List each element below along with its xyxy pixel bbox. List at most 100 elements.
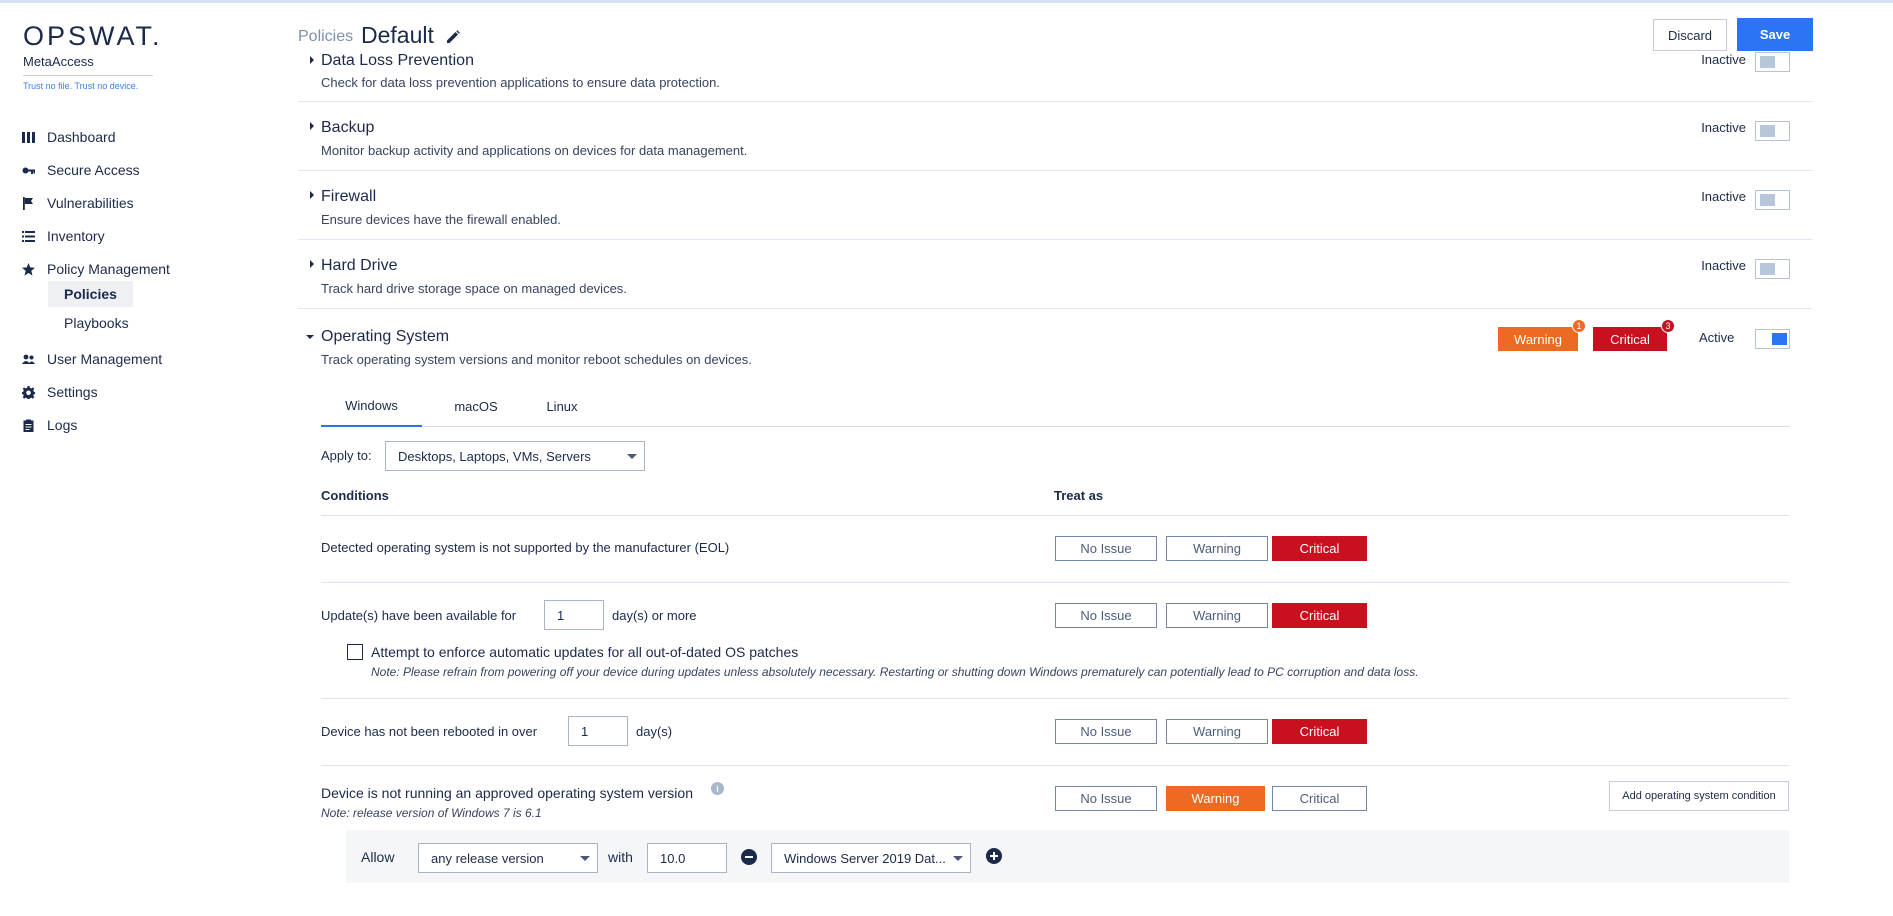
caret-down-icon[interactable]: [305, 332, 315, 342]
tab-linux[interactable]: Linux: [532, 385, 592, 427]
toggle-knob: [1760, 125, 1775, 137]
version-input[interactable]: 10.0: [647, 843, 727, 873]
sidebar-item-label: Settings: [47, 384, 98, 400]
section-toggle[interactable]: [1755, 329, 1790, 349]
sidebar-item-label: Logs: [47, 417, 78, 433]
no-issue-button[interactable]: No Issue: [1055, 719, 1157, 744]
info-icon[interactable]: i: [711, 782, 724, 795]
reboot-days-input[interactable]: 1: [568, 716, 628, 746]
select-value: Desktops, Laptops, VMs, Servers: [398, 448, 591, 464]
add-os-condition-button[interactable]: Add operating system condition: [1609, 781, 1789, 811]
chevron-down-icon: [953, 856, 963, 861]
toggle-knob: [1760, 263, 1775, 275]
toggle-knob: [1760, 194, 1775, 206]
critical-button[interactable]: Critical: [1272, 536, 1367, 561]
warning-button[interactable]: Warning: [1166, 536, 1268, 561]
section-description: Monitor backup activity and applications…: [321, 143, 748, 158]
brand-logo[interactable]: OPSWAT. MetaAccess Trust no file. Trust …: [23, 21, 163, 91]
os-version-select[interactable]: Windows Server 2019 Dat...: [771, 843, 971, 873]
select-value: any release version: [431, 850, 544, 866]
remove-circle-icon[interactable]: [741, 849, 757, 865]
warning-button[interactable]: Warning: [1166, 719, 1268, 744]
toggle-knob: [1760, 56, 1775, 68]
caret-right-icon[interactable]: [307, 190, 317, 200]
sidebar-subitem-policies[interactable]: Policies: [48, 281, 133, 307]
critical-button[interactable]: Critical: [1272, 786, 1367, 811]
divider: [321, 515, 1789, 516]
sidebar-item-dashboard[interactable]: Dashboard: [22, 125, 116, 149]
tab-macos[interactable]: macOS: [440, 385, 512, 427]
clipboard-icon: [23, 419, 34, 432]
section-description: Track hard drive storage space on manage…: [321, 281, 627, 296]
sidebar-item-label: Secure Access: [47, 162, 140, 178]
badge-count: 1: [1572, 319, 1586, 333]
tab-windows[interactable]: Windows: [321, 385, 422, 427]
section-description: Check for data loss prevention applicati…: [321, 75, 720, 90]
caret-right-icon[interactable]: [307, 121, 317, 131]
with-label: with: [608, 849, 633, 865]
save-button[interactable]: Save: [1737, 18, 1813, 51]
policy-section-backup: Backup Monitor backup activity and appli…: [298, 102, 1812, 171]
enforce-updates-note: Note: Please refrain from powering off y…: [371, 665, 1419, 679]
sidebar: OPSWAT. MetaAccess Trust no file. Trust …: [0, 3, 210, 916]
no-issue-button[interactable]: No Issue: [1055, 536, 1157, 561]
critical-button[interactable]: Critical: [1272, 719, 1367, 744]
badge-count: 3: [1661, 319, 1675, 333]
toggle-knob: [1772, 333, 1787, 345]
no-issue-button[interactable]: No Issue: [1055, 603, 1157, 628]
add-circle-icon[interactable]: [986, 848, 1002, 864]
users-icon: [22, 354, 35, 364]
apply-to-label: Apply to:: [321, 448, 372, 463]
chevron-down-icon: [580, 856, 590, 861]
policy-section-firewall: Firewall Ensure devices have the firewal…: [298, 171, 1812, 240]
section-status: Inactive: [1701, 258, 1746, 273]
pencil-icon[interactable]: [445, 29, 461, 45]
sidebar-item-settings[interactable]: Settings: [22, 380, 98, 404]
sidebar-item-label: User Management: [47, 351, 163, 367]
star-icon: [22, 262, 35, 276]
sidebar-item-secure-access[interactable]: Secure Access: [22, 158, 140, 182]
sidebar-item-inventory[interactable]: Inventory: [22, 224, 105, 248]
list-icon: [22, 230, 35, 242]
apply-to-select[interactable]: Desktops, Laptops, VMs, Servers: [385, 441, 645, 471]
warning-count-badge: Warning 1: [1498, 319, 1586, 351]
no-issue-button[interactable]: No Issue: [1055, 786, 1157, 811]
brand-tagline: Trust no file. Trust no device.: [23, 81, 139, 91]
condition-approved-os-note: Note: release version of Windows 7 is 6.…: [321, 806, 542, 820]
page-title: Default: [361, 22, 434, 48]
section-status: Inactive: [1701, 189, 1746, 204]
section-toggle[interactable]: [1755, 52, 1790, 72]
release-version-select[interactable]: any release version: [418, 843, 598, 873]
caret-right-icon[interactable]: [307, 259, 317, 269]
breadcrumb-policies[interactable]: Policies: [298, 28, 353, 46]
warning-button[interactable]: Warning: [1166, 786, 1265, 811]
dashboard-icon: [22, 131, 35, 143]
sidebar-item-label: Inventory: [47, 228, 105, 244]
section-toggle[interactable]: [1755, 121, 1790, 141]
section-toggle[interactable]: [1755, 190, 1790, 210]
sidebar-item-logs[interactable]: Logs: [22, 413, 77, 437]
policy-section-data-loss-prevention: Data Loss Prevention Check for data loss…: [298, 52, 1812, 102]
section-title[interactable]: Hard Drive: [321, 257, 397, 275]
condition-reboot-text: Device has not been rebooted in over: [321, 724, 538, 739]
section-title[interactable]: Firewall: [321, 188, 376, 206]
warning-button[interactable]: Warning: [1166, 603, 1268, 628]
section-title[interactable]: Operating System: [321, 328, 449, 346]
condition-eol-text: Detected operating system is not support…: [321, 540, 730, 555]
section-toggle[interactable]: [1755, 259, 1790, 279]
discard-button[interactable]: Discard: [1653, 19, 1727, 51]
section-title[interactable]: Data Loss Prevention: [321, 52, 474, 70]
condition-updates-suffix: day(s) or more: [612, 608, 697, 623]
critical-button[interactable]: Critical: [1272, 603, 1367, 628]
section-title[interactable]: Backup: [321, 119, 374, 137]
sidebar-item-vulnerabilities[interactable]: Vulnerabilities: [22, 191, 134, 215]
sidebar-item-user-management[interactable]: User Management: [22, 347, 162, 371]
sidebar-subitem-playbooks[interactable]: Playbooks: [48, 310, 145, 336]
logo-wordmark: OPSWAT.: [23, 21, 163, 51]
sidebar-item-policy-management[interactable]: Policy Management: [22, 257, 170, 281]
enforce-updates-checkbox[interactable]: [347, 644, 363, 660]
update-days-input[interactable]: 1: [544, 600, 604, 630]
caret-right-icon[interactable]: [307, 55, 317, 65]
enforce-updates-label[interactable]: Attempt to enforce automatic updates for…: [371, 644, 798, 660]
condition-approved-os-text: Device is not running an approved operat…: [321, 785, 693, 801]
